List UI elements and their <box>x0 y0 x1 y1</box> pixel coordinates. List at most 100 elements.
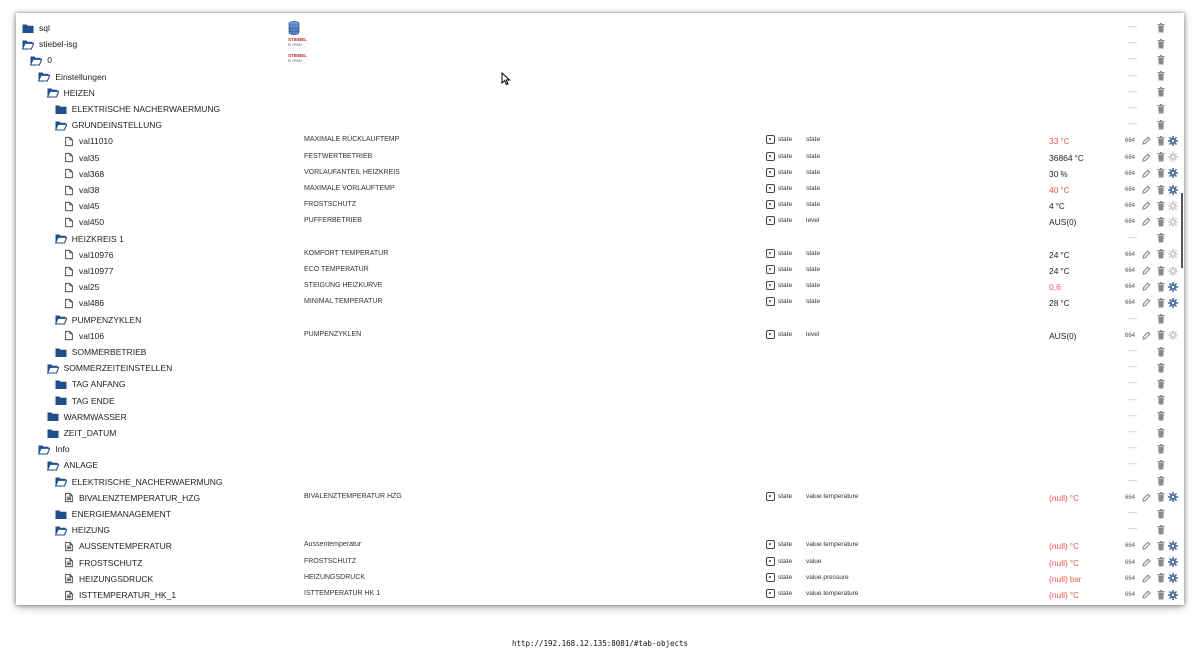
tree-row-folder[interactable]: HEIZKREIS 1 — <box>16 231 1184 247</box>
tree-node[interactable]: val38 <box>64 182 99 198</box>
folder-open-icon[interactable] <box>38 444 51 455</box>
delete-trash-icon[interactable] <box>1156 152 1166 163</box>
delete-trash-icon[interactable] <box>1156 87 1166 98</box>
delete-trash-icon[interactable] <box>1156 589 1166 600</box>
delete-trash-icon[interactable] <box>1156 119 1166 130</box>
delete-trash-icon[interactable] <box>1156 184 1166 195</box>
delete-trash-icon[interactable] <box>1156 22 1166 33</box>
settings-gear-icon[interactable] <box>1168 281 1178 292</box>
tree-row-state[interactable]: val450 PUFFERBETRIEB state level AUS(0) 664 <box>16 214 1184 230</box>
settings-gear-icon-disabled[interactable] <box>1168 200 1178 211</box>
delete-trash-icon[interactable] <box>1156 443 1166 454</box>
tree-row-folder[interactable]: ELEKTRISCHE_NACHERWAERMUNG — <box>16 474 1184 490</box>
edit-pencil-icon[interactable] <box>1141 297 1151 308</box>
tree-node[interactable]: val368 <box>64 166 104 182</box>
tree-node[interactable]: val450 <box>64 214 104 230</box>
settings-gear-icon[interactable] <box>1168 135 1178 146</box>
folder-closed-icon[interactable] <box>55 509 67 520</box>
state-value[interactable]: 30% <box>1049 169 1068 179</box>
folder-open-icon[interactable] <box>54 476 67 487</box>
tree-row-folder[interactable]: HEIZEN — <box>16 85 1184 101</box>
delete-trash-icon[interactable] <box>1156 411 1166 422</box>
delete-trash-icon[interactable] <box>1156 476 1166 487</box>
tree-node[interactable]: sql <box>22 20 50 36</box>
tree-row-folder[interactable]: Einstellungen — <box>16 69 1184 85</box>
tree-row-state[interactable]: FROSTSCHUTZ FROSTSCHUTZ state value (null) °C… <box>16 555 1184 571</box>
tree-node[interactable]: val106 <box>64 328 104 344</box>
delete-trash-icon[interactable] <box>1156 71 1166 82</box>
delete-trash-icon[interactable] <box>1156 297 1166 308</box>
tree-node[interactable]: HEIZKREIS 1 <box>54 231 124 247</box>
state-value[interactable]: 33 °C <box>1049 136 1069 146</box>
delete-trash-icon[interactable] <box>1156 395 1166 406</box>
tree-node[interactable]: SOMMERBETRIEB <box>55 344 146 360</box>
delete-trash-icon[interactable] <box>1156 249 1166 260</box>
folder-open-icon[interactable] <box>46 460 59 471</box>
tree-row-state[interactable]: val11010 MAXIMALE RÜCKLAUFTEMP state state 3… <box>16 133 1184 149</box>
tree-node[interactable]: val35 <box>64 150 99 166</box>
tree-row-folder[interactable]: HEIZUNG — <box>16 522 1184 538</box>
tree-row-folder[interactable]: SOMMERBETRIEB — <box>16 344 1184 360</box>
state-value[interactable]: 4 °C <box>1049 201 1065 211</box>
delete-trash-icon[interactable] <box>1156 459 1166 470</box>
tree-node[interactable]: TAG ENDE <box>55 393 115 409</box>
folder-closed-icon[interactable] <box>22 23 34 34</box>
tree-row-state[interactable]: AUSSENTEMPERATUR Aussentemperatur state val… <box>16 538 1184 554</box>
edit-pencil-icon[interactable] <box>1141 184 1151 195</box>
tree-row-folder[interactable]: ZEIT_DATUM — <box>16 425 1184 441</box>
settings-gear-icon[interactable] <box>1168 573 1178 584</box>
tree-node[interactable]: Einstellungen <box>38 69 106 85</box>
tree-row-folder[interactable]: Info — <box>16 441 1184 457</box>
settings-gear-icon[interactable] <box>1168 492 1178 503</box>
tree-node[interactable]: FROSTSCHUTZ <box>64 555 142 571</box>
tree-row-state[interactable]: val10976 KOMFORT TEMPERATUR state state 24 °C… <box>16 247 1184 263</box>
settings-gear-icon[interactable] <box>1168 589 1178 600</box>
state-value[interactable]: 24 °C <box>1049 250 1069 260</box>
tree-row-folder[interactable]: SOMMERZEITEINSTELLEN — <box>16 360 1184 376</box>
tree-node[interactable]: TAG ANFANG <box>55 376 125 392</box>
edit-pencil-icon[interactable] <box>1141 573 1151 584</box>
delete-trash-icon[interactable] <box>1156 362 1166 373</box>
tree-node[interactable]: stiebel-isg <box>22 36 77 52</box>
delete-trash-icon[interactable] <box>1156 38 1166 49</box>
delete-trash-icon[interactable] <box>1156 216 1166 227</box>
tree-row-state[interactable]: BIVALENZTEMPERATUR_HZG BIVALENZTEMPERATUR… <box>16 490 1184 506</box>
settings-gear-icon[interactable] <box>1168 540 1178 551</box>
tree-row-state[interactable]: val35 FESTWERTBETRIEB state state 36864 °C 664 <box>16 150 1184 166</box>
tree-node[interactable]: ZEIT_DATUM <box>47 425 116 441</box>
delete-trash-icon[interactable] <box>1156 265 1166 276</box>
state-value[interactable]: 0,6 <box>1049 282 1061 292</box>
edit-pencil-icon[interactable] <box>1141 281 1151 292</box>
edit-pencil-icon[interactable] <box>1141 589 1151 600</box>
delete-trash-icon[interactable] <box>1156 330 1166 341</box>
tree-node[interactable]: GRUNDEINSTELLUNG <box>54 117 162 133</box>
tree-row-state[interactable]: val106 PUMPENZYKLEN state level AUS(0) 664 <box>16 328 1184 344</box>
delete-trash-icon[interactable] <box>1156 492 1166 503</box>
tree-row-folder[interactable]: ELEKTRISCHE NACHERWAERMUNG — <box>16 101 1184 117</box>
settings-gear-icon-disabled[interactable] <box>1168 330 1178 341</box>
folder-open-icon[interactable] <box>46 87 59 98</box>
tree-row-state[interactable]: val25 STEIGUNG HEIZKURVE state state 0,6 664 <box>16 279 1184 295</box>
folder-open-icon[interactable] <box>38 71 51 82</box>
state-value[interactable]: AUS(0) <box>1049 331 1076 341</box>
delete-trash-icon[interactable] <box>1156 103 1166 114</box>
tree-node[interactable]: val10977 <box>64 263 114 279</box>
edit-pencil-icon[interactable] <box>1141 557 1151 568</box>
tree-row-state[interactable]: val38 MAXIMALE VORLAUFTEMP state state 40 °C 6… <box>16 182 1184 198</box>
tree-node[interactable]: val45 <box>64 198 99 214</box>
folder-open-icon[interactable] <box>22 39 34 50</box>
tree-row-folder[interactable]: stiebel-isg STIEBEL ELTRON — <box>16 36 1184 52</box>
tree-node[interactable]: HEIZEN <box>46 85 95 101</box>
delete-trash-icon[interactable] <box>1156 200 1166 211</box>
tree-row-folder[interactable]: PUMPENZYKLEN — <box>16 312 1184 328</box>
delete-trash-icon[interactable] <box>1156 281 1166 292</box>
tree-row-folder[interactable]: ENERGIEMANAGEMENT — <box>16 506 1184 522</box>
tree-row-state[interactable]: val368 VORLAUFANTEIL HEIZKREIS state state 3… <box>16 166 1184 182</box>
settings-gear-icon[interactable] <box>1168 557 1178 568</box>
tree-row-state[interactable]: ISTTEMPERATUR_HK_1 ISTTEMPERATUR HK 1 stat… <box>16 587 1184 603</box>
tree-node[interactable]: HEIZUNGSDRUCK <box>64 571 153 587</box>
folder-closed-icon[interactable] <box>55 379 67 390</box>
tree-row-state[interactable]: val486 MINIMAL TEMPERATUR state state 28 °C 66… <box>16 295 1184 311</box>
edit-pencil-icon[interactable] <box>1141 330 1151 341</box>
tree-node[interactable]: 0 <box>30 52 52 68</box>
